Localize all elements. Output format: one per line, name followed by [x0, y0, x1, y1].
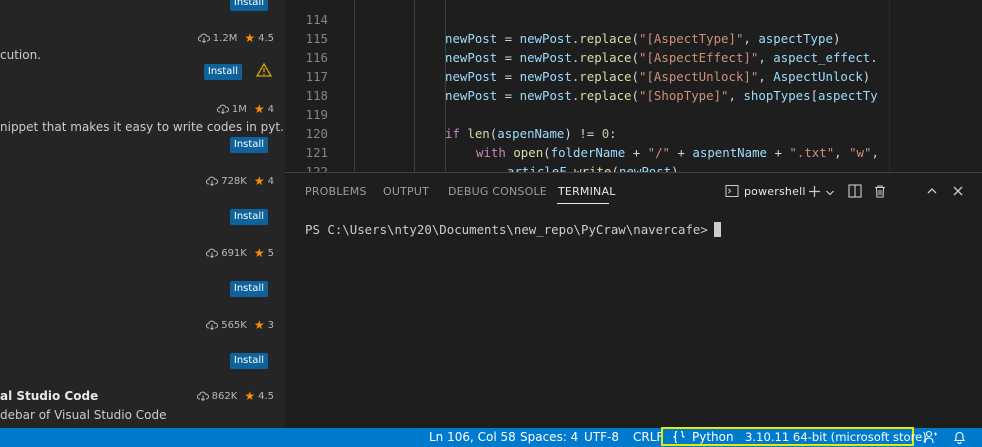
download-count: 1.2M — [212, 32, 238, 44]
file-encoding[interactable]: UTF-8 — [584, 430, 619, 445]
download-cloud-icon — [206, 248, 219, 258]
extension-item[interactable]: 1M ★ 4 nippet that makes it easy to writ… — [0, 102, 285, 174]
code-line: 115 newPost = newPost.replace("[AspectEf… — [285, 10, 878, 65]
python-interpreter[interactable]: 3.10.11 64-bit (microsoft store) — [745, 430, 927, 445]
feedback-person-icon[interactable] — [924, 430, 938, 444]
download-count: 728K — [221, 175, 247, 187]
download-count: 862K — [211, 390, 238, 402]
line-ending[interactable]: CRLF — [633, 430, 663, 445]
close-panel-icon[interactable] — [952, 185, 964, 197]
download-cloud-icon — [216, 104, 229, 114]
extension-stats: 1.2M ★ 4.5 — [197, 31, 274, 45]
download-count: 691K — [221, 247, 247, 259]
star-icon: ★ — [244, 389, 256, 403]
code-line: 117 newPost = newPost.replace("[ShopType… — [285, 48, 878, 103]
star-icon: ★ — [244, 31, 256, 45]
rating-value: 4 — [267, 175, 274, 187]
code-line: 116 newPost = newPost.replace("[AspectUn… — [285, 29, 871, 84]
indentation-setting[interactable]: Spaces: 4 — [520, 430, 578, 445]
tab-debug-console[interactable]: DEBUG CONSOLE — [448, 185, 547, 198]
active-tab-indicator — [557, 203, 609, 204]
star-icon: ★ — [253, 246, 265, 260]
warning-icon[interactable] — [256, 63, 272, 77]
code-text: newPost = newPost.replace("[ShopType]", … — [445, 88, 878, 103]
extension-stats: 565K ★ 3 — [206, 318, 274, 332]
rating-value: 4.5 — [258, 32, 274, 44]
extension-description: debar of Visual Studio Code — [0, 408, 167, 422]
tab-terminal[interactable]: TERMINAL — [558, 185, 616, 198]
install-button[interactable]: Install — [229, 137, 268, 153]
extension-stats: 728K ★ 4 — [206, 174, 274, 188]
code-line: 121 articleF.write(newPost) — [285, 124, 679, 172]
code-text: with open(folderName + "/" + aspentName … — [476, 145, 879, 160]
star-icon: ★ — [253, 318, 265, 332]
tab-output[interactable]: OUTPUT — [383, 185, 429, 198]
code-line: 118 — [285, 67, 328, 103]
rating-value: 4.5 — [258, 390, 274, 402]
language-mode[interactable]: Python — [692, 430, 734, 445]
terminal-shell-label[interactable]: powershell — [744, 185, 806, 198]
code-line: 114 newPost = newPost.replace("[AspectTy… — [285, 0, 841, 46]
maximize-panel-icon[interactable] — [926, 185, 938, 197]
terminal-prompt: PS C:\Users\nty20\Documents\new_repo\PyC… — [305, 222, 708, 237]
extension-stats: 1M ★ 4 — [216, 102, 274, 116]
extension-item[interactable]: 565K ★ 3 Install — [0, 318, 285, 390]
indent-guide — [354, 0, 355, 172]
cursor-position[interactable]: Ln 106, Col 58 — [429, 430, 516, 445]
minimap[interactable] — [889, 0, 982, 172]
star-icon: ★ — [253, 102, 265, 116]
download-cloud-icon — [197, 33, 210, 43]
tab-problems[interactable]: PROBLEMS — [305, 185, 367, 198]
terminal-output[interactable]: PS C:\Users\nty20\Documents\new_repo\PyC… — [305, 222, 721, 237]
code-text: newPost = newPost.replace("[AspectEffect… — [445, 50, 878, 65]
terminal-icon — [725, 185, 739, 197]
extensions-sidebar: Install 1.2M ★ 4.5 cution. Install 1M ★ … — [0, 0, 285, 428]
indent-guide — [414, 0, 415, 172]
code-text: if len(aspenName) != 0: — [445, 126, 617, 141]
split-terminal-icon[interactable] — [848, 184, 862, 198]
new-terminal-plus-icon[interactable] — [808, 185, 821, 198]
rating-value: 4 — [267, 103, 274, 115]
extension-item[interactable]: 691K ★ 5 Install — [0, 246, 285, 318]
code-line: 120 with open(folderName + "/" + aspentN… — [285, 105, 879, 160]
download-cloud-icon — [206, 176, 219, 186]
code-text: newPost = newPost.replace("[AspectType]"… — [445, 31, 841, 46]
code-line: 123 except requests.exceptions.Connectio… — [285, 162, 315, 172]
braces-icon — [673, 430, 685, 444]
terminal-cursor — [713, 222, 721, 237]
install-button[interactable]: Install — [229, 209, 268, 225]
download-count: 1M — [231, 103, 247, 115]
code-text: articleF.write(newPost) — [507, 164, 679, 172]
install-button[interactable]: Install — [203, 64, 242, 80]
bell-icon[interactable] — [953, 430, 966, 444]
rating-value: 3 — [267, 319, 274, 331]
extension-item[interactable]: al Studio Code 862K ★ 4.5 debar of Visua… — [0, 389, 285, 428]
extension-item[interactable]: 728K ★ 4 Install — [0, 174, 285, 246]
star-icon: ★ — [253, 174, 265, 188]
install-button[interactable]: Install — [229, 281, 268, 297]
download-cloud-icon — [196, 391, 209, 401]
trash-icon[interactable] — [873, 184, 887, 198]
code-editor[interactable]: 114 newPost = newPost.replace("[AspectTy… — [285, 0, 982, 172]
extension-description: nippet that makes it easy to write codes… — [0, 120, 285, 134]
download-count: 565K — [221, 319, 247, 331]
extension-description: cution. — [0, 48, 42, 62]
extension-stats: 691K ★ 5 — [206, 246, 274, 260]
status-bar: Ln 106, Col 58 Spaces: 4 UTF-8 CRLF Pyth… — [0, 427, 982, 447]
install-button[interactable]: Install — [229, 353, 268, 369]
extension-stats: 862K ★ 4.5 — [196, 389, 274, 403]
chevron-down-icon[interactable] — [825, 188, 835, 198]
extension-item[interactable]: 1.2M ★ 4.5 cution. Install — [0, 31, 285, 103]
code-line: 122 — [285, 143, 328, 172]
install-button[interactable]: Install — [229, 0, 268, 11]
code-line: 119 if len(aspenName) != 0: — [285, 86, 617, 141]
rating-value: 5 — [267, 247, 274, 259]
download-cloud-icon — [206, 320, 219, 330]
bottom-panel: PROBLEMS OUTPUT DEBUG CONSOLE TERMINAL p… — [285, 172, 982, 429]
extension-title: al Studio Code — [0, 389, 99, 403]
code-text: newPost = newPost.replace("[AspectUnlock… — [445, 69, 871, 84]
